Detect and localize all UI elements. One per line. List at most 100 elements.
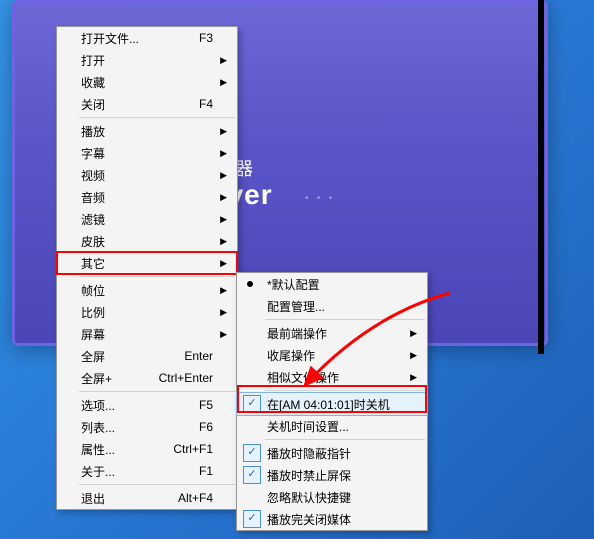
menu-item-label: 退出	[81, 490, 105, 507]
submenu-item-6[interactable]: 关机时间设置...	[237, 415, 427, 437]
submenu-arrow-icon: ▶	[220, 285, 227, 296]
menu-item-label: 音频	[81, 189, 105, 206]
context-menu-main: 打开文件...F3打开▶收藏▶关闭F4播放▶字幕▶视频▶音频▶滤镜▶皮肤▶其它▶…	[56, 26, 238, 510]
checkmark-icon: ✓	[243, 510, 261, 528]
submenu-item-label: 收尾操作	[267, 347, 315, 364]
submenu-item-label: 相似文件操作	[267, 369, 339, 386]
submenu-item-label: 在[AM 04:01:01]时关机	[267, 396, 390, 413]
menu-separator	[265, 439, 425, 440]
menu-item-label: 关闭	[81, 96, 105, 113]
submenu-item-0[interactable]: *默认配置	[237, 273, 427, 295]
decorative-dots: • • •	[305, 193, 332, 204]
submenu-item-4[interactable]: 相似文件操作▶	[237, 366, 427, 388]
submenu-item-2[interactable]: 最前端操作 ▶	[237, 322, 427, 344]
menu-item-8[interactable]: 滤镜▶	[57, 208, 237, 230]
checkmark-icon: ✓	[243, 466, 261, 484]
menu-separator	[79, 391, 235, 392]
menu-item-7[interactable]: 音频▶	[57, 186, 237, 208]
menu-item-1[interactable]: 打开 ▶	[57, 49, 237, 71]
menu-item-17[interactable]: 列表... F6	[57, 416, 237, 438]
submenu-arrow-icon: ▶	[220, 236, 227, 247]
menu-item-label: 视频	[81, 167, 105, 184]
menu-item-label: 收藏	[81, 74, 105, 91]
menu-item-label: 列表...	[81, 419, 115, 436]
menu-item-label: 字幕	[81, 145, 105, 162]
menu-separator	[79, 117, 235, 118]
menu-item-shortcut: F4	[199, 97, 213, 111]
submenu-item-label: *默认配置	[267, 276, 320, 293]
submenu-arrow-icon: ▶	[220, 148, 227, 159]
radio-bullet-icon	[247, 281, 253, 287]
submenu-arrow-icon: ▶	[220, 55, 227, 66]
menu-separator	[79, 276, 235, 277]
menu-separator	[265, 390, 425, 391]
menu-item-12[interactable]: 比例 ▶	[57, 301, 237, 323]
submenu-item-label: 播放时禁止屏保	[267, 467, 351, 484]
menu-item-label: 属性...	[81, 441, 115, 458]
menu-item-shortcut: Ctrl+Enter	[159, 371, 213, 385]
submenu-item-label: 配置管理...	[267, 298, 325, 315]
menu-item-shortcut: Ctrl+F1	[173, 442, 213, 456]
menu-item-6[interactable]: 视频 ▶	[57, 164, 237, 186]
submenu-arrow-icon: ▶	[410, 350, 417, 361]
submenu-item-label: 忽略默认快捷键	[267, 489, 351, 506]
menu-item-14[interactable]: 全屏 Enter	[57, 345, 237, 367]
menu-item-11[interactable]: 帧位 ▶	[57, 279, 237, 301]
submenu-item-3[interactable]: 收尾操作 ▶	[237, 344, 427, 366]
submenu-item-1[interactable]: 配置管理...	[237, 295, 427, 317]
menu-item-label: 帧位	[81, 282, 105, 299]
submenu-item-5[interactable]: ✓ 在[AM 04:01:01]时关机	[236, 392, 428, 416]
menu-item-label: 打开文件...	[81, 30, 139, 47]
submenu-item-8[interactable]: ✓ 播放时禁止屏保	[237, 464, 427, 486]
submenu-item-label: 最前端操作	[267, 325, 327, 342]
menu-item-label: 播放	[81, 123, 105, 140]
submenu-item-9[interactable]: 忽略默认快捷键	[237, 486, 427, 508]
menu-item-13[interactable]: 屏幕▶	[57, 323, 237, 345]
desktop-background: 放器 ayer • • • 打开文件...F3打开▶收藏▶关闭F4播放▶字幕▶视…	[0, 0, 594, 539]
menu-item-0[interactable]: 打开文件... F3	[57, 27, 237, 49]
menu-separator	[265, 319, 425, 320]
menu-item-label: 选项...	[81, 397, 115, 414]
menu-item-20[interactable]: 退出 Alt+F4	[57, 487, 237, 509]
menu-item-3[interactable]: 关闭 F4	[57, 93, 237, 115]
menu-item-label: 皮肤	[81, 233, 105, 250]
menu-item-5[interactable]: 字幕 ▶	[57, 142, 237, 164]
menu-item-label: 其它	[81, 255, 105, 272]
menu-item-shortcut: F3	[199, 31, 213, 45]
menu-item-shortcut: F5	[199, 398, 213, 412]
menu-item-label: 全屏+	[81, 370, 112, 387]
submenu-arrow-icon: ▶	[220, 126, 227, 137]
menu-item-19[interactable]: 关于... F1	[57, 460, 237, 482]
menu-separator	[79, 484, 235, 485]
submenu-arrow-icon: ▶	[220, 170, 227, 181]
menu-item-shortcut: F1	[199, 464, 213, 478]
submenu-arrow-icon: ▶	[410, 328, 417, 339]
checkmark-icon: ✓	[243, 395, 261, 413]
submenu-arrow-icon: ▶	[220, 258, 227, 269]
menu-item-15[interactable]: 全屏+ Ctrl+Enter	[57, 367, 237, 389]
menu-item-9[interactable]: 皮肤 ▶	[57, 230, 237, 252]
menu-item-label: 全屏	[81, 348, 105, 365]
menu-item-shortcut: Enter	[184, 349, 213, 363]
menu-item-2[interactable]: 收藏 ▶	[57, 71, 237, 93]
submenu-item-label: 播放时隐蔽指针	[267, 445, 351, 462]
context-submenu-other: *默认配置配置管理... 最前端操作 ▶ 收尾操作 ▶ 相似文件操作▶ ✓ 在[AM 04:0…	[236, 272, 428, 531]
menu-item-label: 比例	[81, 304, 105, 321]
menu-item-16[interactable]: 选项... F5	[57, 394, 237, 416]
menu-item-label: 打开	[81, 52, 105, 69]
checkmark-icon: ✓	[243, 444, 261, 462]
menu-item-18[interactable]: 属性... Ctrl+F1	[57, 438, 237, 460]
submenu-item-label: 播放完关闭媒体	[267, 511, 351, 528]
menu-item-10[interactable]: 其它 ▶	[57, 252, 237, 274]
menu-item-label: 关于...	[81, 463, 115, 480]
submenu-item-10[interactable]: ✓ 播放完关闭媒体	[237, 508, 427, 530]
submenu-item-7[interactable]: ✓ 播放时隐蔽指针	[237, 442, 427, 464]
menu-item-shortcut: Alt+F4	[178, 491, 213, 505]
submenu-item-label: 关机时间设置...	[267, 418, 349, 435]
menu-item-4[interactable]: 播放 ▶	[57, 120, 237, 142]
submenu-arrow-icon: ▶	[220, 77, 227, 88]
window-edge	[538, 0, 544, 354]
submenu-arrow-icon: ▶	[220, 214, 227, 225]
menu-item-shortcut: F6	[199, 420, 213, 434]
submenu-arrow-icon: ▶	[220, 307, 227, 318]
